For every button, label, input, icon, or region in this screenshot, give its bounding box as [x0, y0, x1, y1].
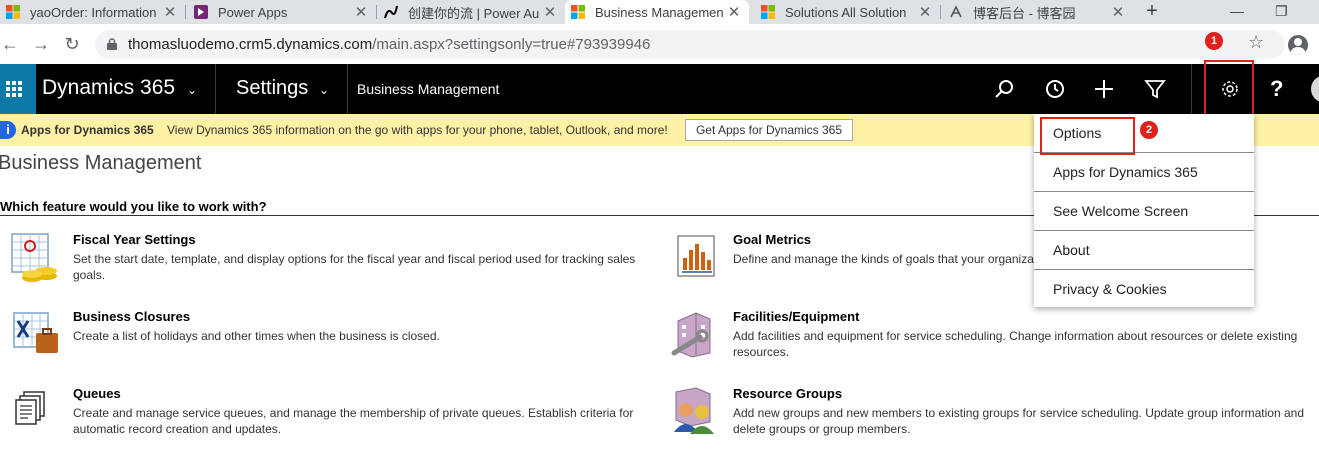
url-path: /main.aspx?settingsonly=true#793939946 — [372, 36, 651, 53]
reload-icon[interactable]: ↻ — [62, 34, 82, 54]
feature-name[interactable]: Facilities/Equipment — [733, 309, 859, 324]
close-tab-icon[interactable]: ✕ — [725, 3, 743, 21]
feature-name[interactable]: Fiscal Year Settings — [73, 232, 196, 247]
browser-tab-active[interactable]: Business Managemen ✕ — [565, 0, 749, 24]
d365-nav-bar: Dynamics 365 ⌄ Settings ⌄ Business Manag… — [0, 64, 1319, 114]
area-title[interactable]: Settings — [236, 77, 308, 100]
resource-groups-icon — [674, 387, 714, 434]
close-tab-icon[interactable]: ✕ — [352, 3, 370, 21]
chevron-down-icon[interactable]: ⌄ — [187, 83, 197, 97]
menu-item-privacy[interactable]: Privacy & Cookies — [1034, 270, 1254, 309]
menu-item-apps[interactable]: Apps for Dynamics 365 — [1034, 153, 1254, 192]
app-launcher-icon[interactable] — [0, 64, 36, 114]
get-apps-button[interactable]: Get Apps for Dynamics 365 — [685, 119, 853, 141]
create-plus-icon[interactable] — [1092, 77, 1116, 101]
info-icon: i — [0, 121, 16, 139]
bookmark-star-icon[interactable]: ☆ — [1248, 32, 1264, 53]
browser-tab-strip: yaoOrder: Information ✕ Power Apps ✕ 创建你… — [0, 0, 1319, 24]
business-closures-icon — [13, 312, 58, 353]
chevron-down-icon[interactable]: ⌄ — [319, 83, 329, 97]
microsoft-logo-icon — [6, 5, 20, 19]
feature-description: Set the start date, template, and displa… — [73, 252, 636, 282]
facilities-equipment-icon — [671, 312, 711, 358]
feature-name[interactable]: Queues — [73, 386, 121, 401]
tab-title: 创建你的流 | Power Au — [408, 5, 540, 21]
power-apps-logo-icon — [194, 5, 208, 19]
new-tab-icon[interactable]: + — [1142, 0, 1162, 24]
restore-icon[interactable]: ❐ — [1275, 0, 1288, 22]
tab-title: yaoOrder: Information — [30, 4, 157, 20]
feature-description: Add new groups and new members to existi… — [733, 406, 1304, 436]
browser-tab[interactable]: yaoOrder: Information ✕ — [0, 0, 185, 24]
address-bar: ← → ↻ thomasluodemo.crm5.dynamics.com/ma… — [0, 24, 1319, 64]
feature-description: Add facilities and equipment for service… — [733, 329, 1298, 359]
browser-tab[interactable]: Solutions All Solution ✕ — [755, 0, 940, 24]
filter-icon[interactable] — [1143, 77, 1167, 101]
tab-title: 博客后台 - 博客园 — [973, 5, 1076, 21]
feature-description: Create a list of holidays and other time… — [73, 329, 440, 343]
goal-metrics-icon — [677, 235, 715, 277]
minimize-icon[interactable]: — — [1230, 0, 1244, 22]
url-text: thomasluodemo.crm5.dynamics.com/main.asp… — [128, 36, 650, 53]
tab-title: Business Managemen — [595, 4, 724, 20]
history-icon[interactable] — [1043, 77, 1067, 101]
close-tab-icon[interactable]: ✕ — [1109, 3, 1127, 21]
tab-title: Power Apps — [218, 4, 288, 20]
feature-name[interactable]: Goal Metrics — [733, 232, 811, 247]
browser-tab[interactable]: 创建你的流 | Power Au ✕ — [378, 0, 565, 24]
page-title: Business Management — [0, 152, 202, 174]
help-icon[interactable]: ? — [1270, 77, 1294, 101]
feature-name[interactable]: Business Closures — [73, 309, 190, 324]
close-tab-icon[interactable]: ✕ — [161, 3, 179, 21]
menu-item-welcome-screen[interactable]: See Welcome Screen — [1034, 192, 1254, 231]
fiscal-year-icon — [11, 233, 57, 282]
close-tab-icon[interactable]: ✕ — [916, 3, 934, 21]
annotation-badge-1: 1 — [1205, 32, 1223, 50]
search-icon[interactable] — [993, 77, 1017, 101]
lock-icon — [107, 38, 117, 50]
browser-tab[interactable]: Power Apps ✕ — [188, 0, 376, 24]
forward-icon[interactable]: → — [31, 34, 51, 54]
breadcrumb: Business Management — [357, 81, 500, 97]
power-automate-logo-icon — [384, 5, 398, 19]
close-tab-icon[interactable]: ✕ — [541, 3, 559, 21]
microsoft-logo-icon — [761, 5, 775, 19]
settings-highlight — [1204, 60, 1254, 118]
url-host: thomasluodemo.crm5.dynamics.com — [128, 36, 373, 53]
annotation-badge-2: 2 — [1140, 121, 1158, 139]
back-icon[interactable]: ← — [0, 34, 20, 54]
menu-item-about[interactable]: About — [1034, 231, 1254, 270]
notification-message: View Dynamics 365 information on the go … — [167, 123, 668, 137]
queues-icon — [15, 391, 45, 425]
tab-title: Solutions All Solution — [785, 4, 907, 20]
app-brand[interactable]: Dynamics 365 — [42, 76, 175, 100]
browser-tab[interactable]: 博客后台 - 博客园 ✕ — [943, 0, 1133, 24]
notification-title: Apps for Dynamics 365 — [21, 123, 154, 137]
feature-description: Create and manage service queues, and ma… — [73, 406, 634, 436]
feature-name[interactable]: Resource Groups — [733, 386, 842, 401]
profile-icon[interactable] — [1288, 35, 1308, 55]
options-highlight — [1040, 117, 1135, 155]
cnblogs-logo-icon — [950, 5, 962, 18]
microsoft-logo-icon — [571, 5, 585, 19]
url-input[interactable]: thomasluodemo.crm5.dynamics.com/main.asp… — [95, 30, 1285, 59]
section-question: Which feature would you like to work wit… — [0, 199, 267, 214]
